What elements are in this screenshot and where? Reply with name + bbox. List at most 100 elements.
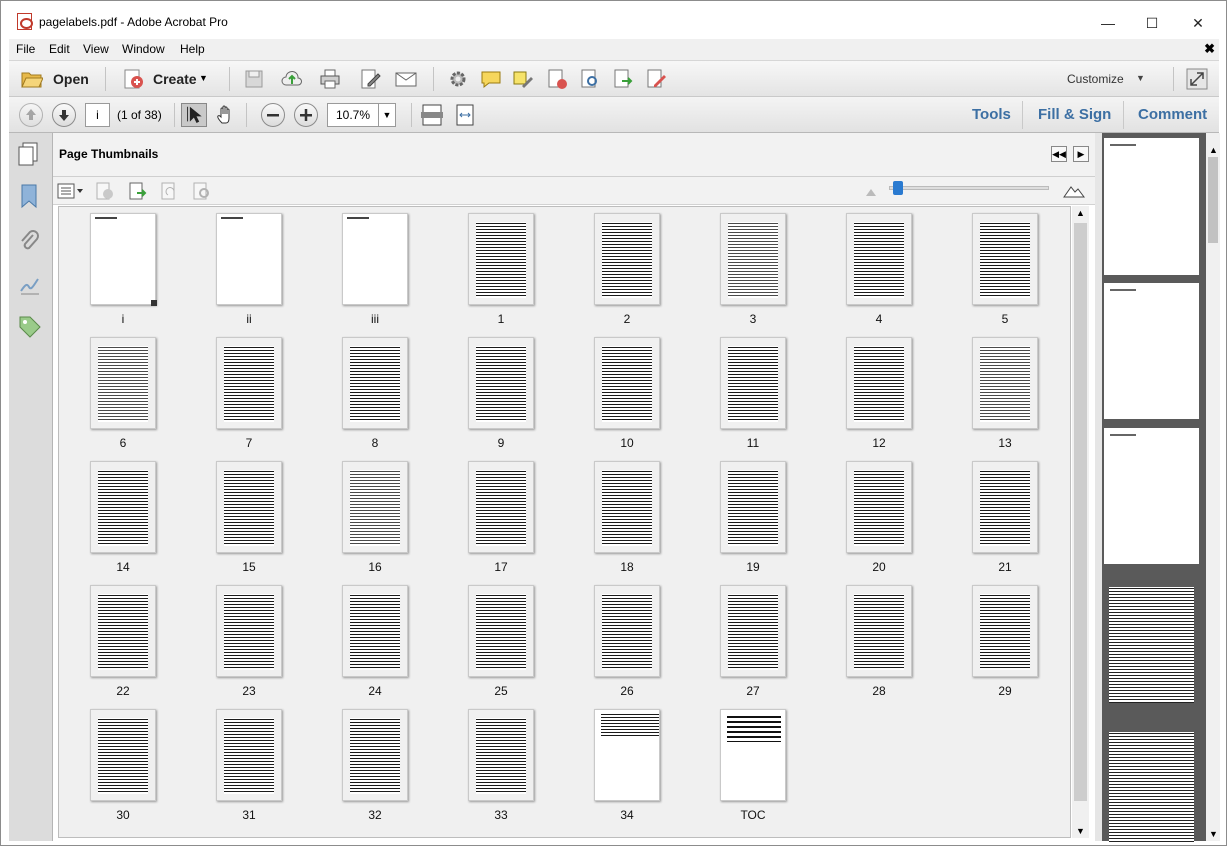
zoom-dropdown-icon[interactable]: ▼ <box>378 103 396 127</box>
page-thumbnail[interactable]: 15 <box>185 455 311 579</box>
zoom-in-button[interactable] <box>294 103 318 127</box>
page-thumbnail[interactable]: 30 <box>59 703 185 827</box>
page-thumbnail[interactable]: 27 <box>689 579 815 703</box>
thumbnail-image[interactable] <box>594 213 660 305</box>
page-thumbnail[interactable]: 11 <box>689 331 815 455</box>
thumbnail-image[interactable] <box>720 213 786 305</box>
thumbnail-image[interactable] <box>342 337 408 429</box>
scroll-up-icon[interactable]: ▲ <box>1209 145 1218 155</box>
page-thumbnail[interactable]: 26 <box>563 579 689 703</box>
page-thumbnail[interactable]: 32 <box>311 703 437 827</box>
document-close-icon[interactable]: ✖ <box>1204 41 1215 57</box>
thumbnail-image[interactable] <box>594 585 660 677</box>
scroll-down-icon[interactable]: ▼ <box>1209 829 1218 839</box>
large-thumbnail-icon[interactable] <box>1063 182 1085 198</box>
menu-edit[interactable]: Edit <box>49 42 70 56</box>
menu-view[interactable]: View <box>83 42 109 56</box>
open-folder-icon[interactable] <box>21 68 43 90</box>
zoom-out-button[interactable] <box>261 103 285 127</box>
bookmark-icon[interactable] <box>18 183 40 209</box>
options-menu-icon[interactable] <box>57 182 85 200</box>
tags-icon[interactable] <box>18 315 42 339</box>
thumbnail-image[interactable] <box>846 337 912 429</box>
close-button[interactable]: ✕ <box>1175 9 1221 37</box>
page-thumbnail[interactable]: 19 <box>689 455 815 579</box>
comment-bubble-icon[interactable] <box>480 68 502 90</box>
thumbnail-image[interactable] <box>594 337 660 429</box>
pane-splitter[interactable] <box>1095 133 1102 841</box>
thumbnail-image[interactable] <box>720 337 786 429</box>
thumbnail-image[interactable] <box>720 585 786 677</box>
fit-page-icon[interactable] <box>420 103 444 127</box>
thumbnail-image[interactable] <box>972 213 1038 305</box>
page-thumbnail[interactable]: 6 <box>59 331 185 455</box>
create-pdf-icon[interactable] <box>122 68 144 90</box>
customize-button[interactable]: Customize <box>1067 72 1124 86</box>
insert-page-icon[interactable] <box>128 181 148 201</box>
thumbnail-image[interactable] <box>468 461 534 553</box>
page-thumbnail[interactable]: 24 <box>311 579 437 703</box>
thumbnail-size-slider-track[interactable] <box>889 186 1049 190</box>
page-thumbnail[interactable]: 18 <box>563 455 689 579</box>
page-thumbnail[interactable]: 10 <box>563 331 689 455</box>
thumbnail-image[interactable] <box>90 337 156 429</box>
expand-panel-icon[interactable]: ▶ <box>1073 146 1089 162</box>
thumbnail-image[interactable] <box>468 213 534 305</box>
page-thumbnail[interactable]: 23 <box>185 579 311 703</box>
minimize-button[interactable]: — <box>1085 9 1131 37</box>
reject-document-icon[interactable] <box>546 68 568 90</box>
customize-dropdown-icon[interactable]: ▼ <box>1136 73 1145 83</box>
thumbnail-scroll-thumb[interactable] <box>1074 223 1087 801</box>
attachment-paperclip-icon[interactable] <box>18 229 40 255</box>
page-thumbnail[interactable]: 8 <box>311 331 437 455</box>
thumbnail-image[interactable] <box>972 337 1038 429</box>
thumbnail-image[interactable] <box>846 461 912 553</box>
document-scroll-thumb[interactable] <box>1208 157 1218 243</box>
thumbnail-image[interactable] <box>972 461 1038 553</box>
page-thumbnail[interactable]: 3 <box>689 207 815 331</box>
thumbnail-image[interactable] <box>90 461 156 553</box>
thumbnail-image[interactable] <box>216 213 282 305</box>
next-page-button[interactable] <box>52 103 76 127</box>
scroll-down-icon[interactable]: ▼ <box>1076 826 1085 836</box>
thumbnail-image[interactable] <box>846 213 912 305</box>
thumbnail-image[interactable] <box>594 709 660 801</box>
sign-document-icon[interactable] <box>645 68 667 90</box>
page-thumbnail[interactable]: 12 <box>815 331 941 455</box>
page-properties-icon[interactable] <box>192 181 212 201</box>
highlight-text-icon[interactable] <box>512 68 534 90</box>
create-button[interactable]: Create <box>153 71 197 87</box>
thumbnail-image[interactable] <box>216 709 282 801</box>
tools-pane-link[interactable]: Tools <box>972 106 1011 123</box>
expand-view-icon[interactable] <box>1186 68 1208 90</box>
page-thumbnail[interactable]: 17 <box>437 455 563 579</box>
comment-pane-link[interactable]: Comment <box>1138 106 1207 123</box>
page-thumbnail[interactable]: 31 <box>185 703 311 827</box>
scroll-up-icon[interactable]: ▲ <box>1076 208 1085 218</box>
menu-file[interactable]: File <box>16 42 35 56</box>
fill-sign-pane-link[interactable]: Fill & Sign <box>1038 106 1111 123</box>
signature-icon[interactable] <box>18 273 42 297</box>
document-search-icon[interactable] <box>579 68 601 90</box>
document-export-icon[interactable] <box>612 68 634 90</box>
small-thumbnail-icon[interactable] <box>865 185 877 197</box>
page-thumbnail[interactable]: 34 <box>563 703 689 827</box>
hand-tool-icon[interactable] <box>215 104 237 126</box>
thumbnail-image[interactable] <box>342 213 408 305</box>
thumbnail-image[interactable] <box>90 709 156 801</box>
previous-page-button[interactable] <box>19 103 43 127</box>
page-thumbnail[interactable]: 16 <box>311 455 437 579</box>
thumbnail-image[interactable] <box>216 585 282 677</box>
menu-window[interactable]: Window <box>122 42 165 56</box>
page-thumbnail[interactable]: 22 <box>59 579 185 703</box>
page-thumbnail[interactable]: 2 <box>563 207 689 331</box>
thumbnail-image[interactable] <box>972 585 1038 677</box>
page-thumbnail[interactable]: 29 <box>941 579 1067 703</box>
page-thumbnails-icon[interactable] <box>17 141 41 167</box>
print-icon[interactable] <box>319 68 341 90</box>
thumbnail-image[interactable] <box>846 585 912 677</box>
thumbnail-image[interactable] <box>342 461 408 553</box>
thumbnail-image[interactable] <box>90 213 157 306</box>
select-cursor-icon[interactable] <box>181 103 207 127</box>
thumbnail-image[interactable] <box>342 709 408 801</box>
